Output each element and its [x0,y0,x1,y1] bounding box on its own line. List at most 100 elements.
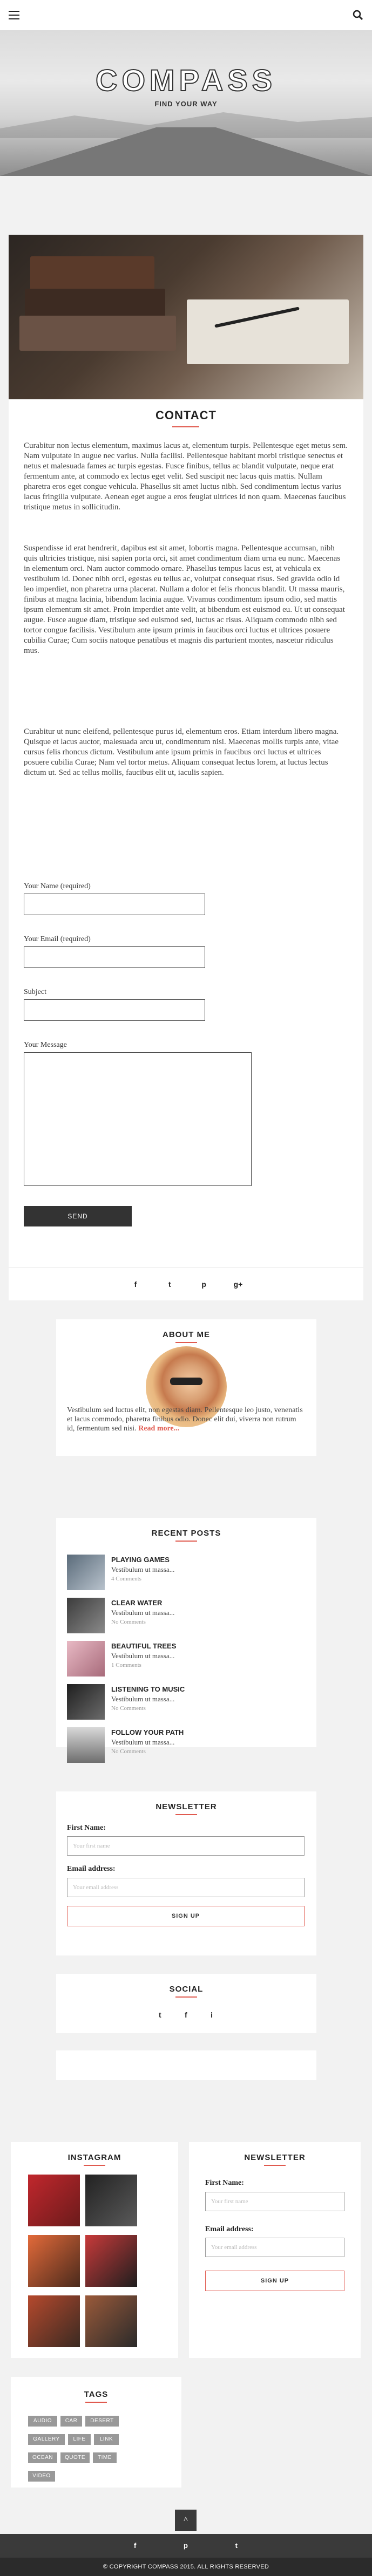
tag-ocean[interactable]: OCEAN [28,2452,57,2463]
newsletter-widget: NEWSLETTER First Name: Your first name E… [56,1791,316,1955]
instagram-photo[interactable] [28,2175,80,2226]
first-name-label: First Name: [67,1824,106,1832]
about-me-widget: ABOUT ME Vestibulum sed luctus elit, non… [56,1319,316,1456]
subject-label: Subject [24,988,46,996]
paragraph-1: Curabitur non lectus elementum, maximus … [24,441,348,512]
twitter-icon[interactable]: t [235,2541,238,2550]
post-thumbnail[interactable] [67,1641,105,1677]
instagram-photo[interactable] [28,2295,80,2347]
paragraph-3: Curabitur ut nunc eleifend, pellentesque… [24,727,339,777]
post-thumbnail[interactable] [67,1598,105,1633]
post-title[interactable]: FOLLOW YOUR PATH [111,1728,184,1736]
facebook-icon[interactable]: f [134,2541,136,2550]
post-excerpt: Vestibulum ut massa... [111,1738,175,1746]
instagram-icon[interactable]: i [211,2011,213,2019]
tag-time[interactable]: TIME [93,2452,117,2463]
email-address-label: Email address: [205,2225,254,2233]
post-comments[interactable]: No Comments [111,1619,146,1625]
widget-title: NEWSLETTER [244,2153,306,2162]
read-more-link[interactable]: Read more... [138,1425,179,1433]
post-thumbnail[interactable] [67,1727,105,1763]
widget-title: NEWSLETTER [155,1802,217,1811]
email-address-input[interactable]: Your email address [205,2238,344,2257]
tag-audio[interactable]: AUDIO [28,2416,57,2427]
tag-gallery[interactable]: GALLERY [28,2434,65,2445]
about-text: Vestibulum sed luctus elit, non egestas … [67,1406,303,1433]
footer-social-bar: f p t [0,2534,372,2558]
list-item[interactable]: PLAYING GAMES Vestibulum ut massa... 4 C… [67,1555,305,1592]
email-label: Your Email (required) [24,935,91,943]
widget-title: INSTAGRAM [67,2153,121,2162]
featured-image [9,235,363,399]
list-item[interactable]: FOLLOW YOUR PATH Vestibulum ut massa... … [67,1707,305,1763]
instagram-photo[interactable] [85,2295,137,2347]
post-comments[interactable]: No Comments [111,1748,146,1755]
post-title[interactable]: PLAYING GAMES [111,1556,170,1564]
twitter-share-icon[interactable]: t [164,1279,175,1290]
site-logo[interactable]: COMPASS [0,63,372,98]
instagram-photo[interactable] [85,2235,137,2287]
post-excerpt: Vestibulum ut massa... [111,1565,175,1573]
tag-desert[interactable]: DESERT [85,2416,119,2427]
message-label: Your Message [24,1041,67,1049]
google-plus-share-icon[interactable]: g+ [233,1279,244,1290]
social-widget: SOCIAL t f i [56,1974,316,2033]
instagram-photo[interactable] [28,2235,80,2287]
share-bar: f t p g+ [9,1267,363,1300]
article-card: CONTACT Curabitur non lectus elementum, … [9,235,363,1300]
subject-input[interactable] [24,999,205,1021]
tag-life[interactable]: LIFE [68,2434,91,2445]
empty-widget [56,2050,316,2080]
recent-posts-widget: RECENT POSTS PLAYING GAMES Vestibulum ut… [56,1518,316,1763]
sign-up-button[interactable]: SIGN UP [67,1906,305,1926]
post-title[interactable]: CLEAR WATER [111,1599,162,1607]
hero-banner: COMPASS FIND YOUR WAY [0,30,372,176]
pinterest-share-icon[interactable]: p [199,1279,209,1290]
post-thumbnail[interactable] [67,1555,105,1590]
list-item[interactable]: BEAUTIFUL TREES Vestibulum ut massa... 1… [67,1641,305,1679]
post-excerpt: Vestibulum ut massa... [111,1695,175,1703]
post-excerpt: Vestibulum ut massa... [111,1652,175,1660]
hamburger-icon[interactable] [9,11,19,19]
post-comments[interactable]: 4 Comments [111,1576,141,1582]
first-name-input[interactable]: Your first name [67,1836,305,1856]
instagram-widget: INSTAGRAM [11,2142,178,2358]
instagram-photo[interactable] [85,2175,137,2226]
first-name-label: First Name: [205,2179,244,2187]
message-textarea[interactable] [24,1052,252,1186]
email-address-input[interactable]: Your email address [67,1878,305,1897]
first-name-input[interactable]: Your first name [205,2192,344,2211]
copyright-text: © COPYRIGHT COMPASS 2015. ALL RIGHTS RES… [0,2558,372,2576]
list-item[interactable]: CLEAR WATER Vestibulum ut massa... No Co… [67,1598,305,1635]
site-tagline: FIND YOUR WAY [154,100,218,108]
widget-title: SOCIAL [169,1985,204,1994]
post-title[interactable]: BEAUTIFUL TREES [111,1642,176,1650]
tag-car[interactable]: CAR [60,2416,82,2427]
tags-widget: TAGS AUDIO CAR DESERT GALLERY LIFE LINK … [11,2377,181,2488]
email-address-label: Email address: [67,1865,116,1873]
name-input[interactable] [24,894,205,915]
twitter-icon[interactable]: t [159,2011,161,2019]
tag-quote[interactable]: QUOTE [60,2452,90,2463]
pinterest-icon[interactable]: p [184,2541,188,2550]
post-title[interactable]: LISTENING TO MUSIC [111,1685,185,1693]
title-underline [172,426,199,427]
facebook-icon[interactable]: f [185,2011,187,2019]
tag-video[interactable]: VIDEO [28,2471,55,2482]
sign-up-button[interactable]: SIGN UP [205,2271,344,2291]
back-to-top-button[interactable]: ^ [175,2510,197,2531]
footer-newsletter-widget: NEWSLETTER First Name: Your first name E… [189,2142,361,2358]
widget-title: TAGS [84,2390,109,2399]
paragraph-2: Suspendisse id erat hendrerit, dapibus e… [24,544,345,655]
name-label: Your Name (required) [24,882,91,890]
widget-title: ABOUT ME [163,1330,210,1339]
post-comments[interactable]: 1 Comments [111,1662,141,1668]
search-icon[interactable] [353,10,363,21]
top-bar [0,0,372,30]
email-input[interactable] [24,946,205,968]
send-button[interactable]: SEND [24,1206,132,1226]
tag-link[interactable]: LINK [94,2434,119,2445]
widget-title: RECENT POSTS [151,1529,221,1538]
facebook-share-icon[interactable]: f [130,1279,141,1290]
post-excerpt: Vestibulum ut massa... [111,1609,175,1617]
